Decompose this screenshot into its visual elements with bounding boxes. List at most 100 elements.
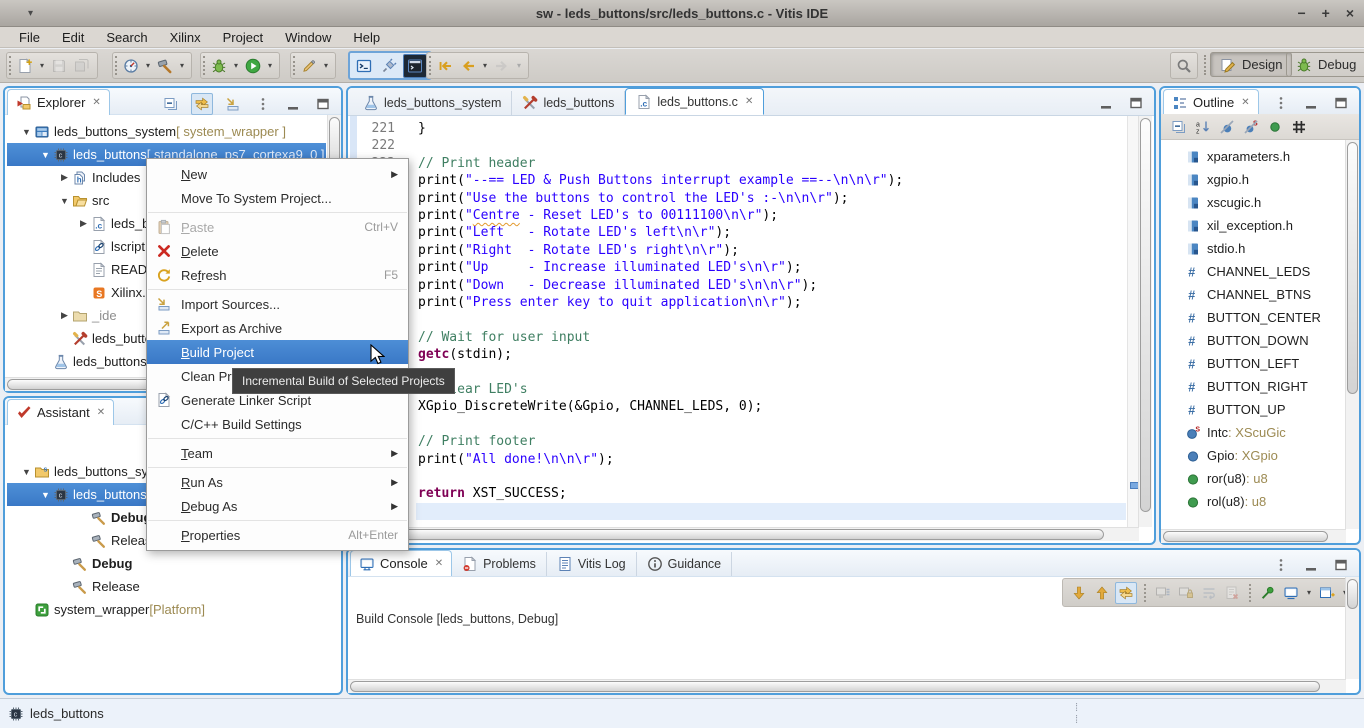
format-pen-button[interactable] — [298, 55, 320, 77]
minimize-panel-button[interactable] — [283, 94, 303, 114]
menu-item-run-as[interactable]: Run As▶ — [147, 470, 408, 494]
outline-vscrollbar[interactable] — [1345, 140, 1359, 529]
window-menu-caret[interactable]: ▾ — [28, 8, 33, 19]
dropdown-arrow-icon[interactable]: ▾ — [37, 61, 47, 70]
outline-item-xgpio-h[interactable]: xgpio.h — [1161, 168, 1346, 191]
outline-item-ror-u8-[interactable]: ror(u8) : u8 — [1161, 467, 1346, 490]
outline-hscrollbar[interactable] — [1161, 529, 1346, 543]
console-tab-console[interactable]: Console✕ — [350, 550, 452, 576]
dropdown-arrow-icon[interactable]: ▾ — [321, 61, 331, 70]
outline-item-xparameters-h[interactable]: xparameters.h — [1161, 145, 1346, 168]
menu-item-export-as-archive[interactable]: Export as Archive — [147, 316, 408, 340]
outline-item-intc[interactable]: SIntc : XScuGic — [1161, 421, 1346, 444]
expanded-arrow-icon[interactable]: ▼ — [19, 127, 34, 137]
window-close-button[interactable]: × — [1346, 5, 1354, 21]
editor-tab-leds-buttons-c[interactable]: .cleds_buttons.c✕ — [625, 88, 764, 115]
menu-item-delete[interactable]: Delete — [147, 239, 408, 263]
menu-xilinx[interactable]: Xilinx — [159, 30, 212, 45]
close-tab-icon[interactable]: ✕ — [435, 558, 443, 569]
outline-item-gpio[interactable]: Gpio : XGpio — [1161, 444, 1346, 467]
maximize-editor-button[interactable] — [1126, 93, 1146, 113]
menu-item-move-to-system-project-[interactable]: Move To System Project... — [147, 186, 408, 210]
menu-item-refresh[interactable]: RefreshF5 — [147, 263, 408, 287]
editor-vscrollbar[interactable] — [1138, 116, 1152, 527]
menu-item-team[interactable]: Team▶ — [147, 441, 408, 465]
dropdown-arrow-icon[interactable]: ▾ — [480, 61, 490, 70]
dropdown-arrow-icon[interactable]: ▾ — [231, 61, 241, 70]
run-button[interactable] — [242, 55, 264, 77]
menu-item-new[interactable]: New▶ — [147, 162, 408, 186]
statusbar-drag-handle[interactable]: ⁞⁞ — [1075, 702, 1078, 726]
menu-item-properties[interactable]: PropertiesAlt+Enter — [147, 523, 408, 547]
close-tab-icon[interactable]: ✕ — [97, 407, 105, 418]
command-prompt-button[interactable] — [353, 55, 375, 77]
tab-explorer[interactable]: Explorer ✕ — [7, 89, 110, 115]
outline-item-stdio-h[interactable]: stdio.h — [1161, 237, 1346, 260]
outline-item-channel-leds[interactable]: #CHANNEL_LEDS — [1161, 260, 1346, 283]
toolbar-group-handle[interactable] — [115, 56, 117, 75]
tab-assistant[interactable]: Assistant ✕ — [7, 399, 114, 425]
new-file-button[interactable]: + — [14, 55, 36, 77]
back-edit-button[interactable] — [434, 55, 456, 77]
dropdown-arrow-icon[interactable]: ▾ — [265, 61, 275, 70]
outline-item-xscugic-h[interactable]: xscugic.h — [1161, 191, 1346, 214]
toolbar-group-handle[interactable] — [293, 56, 295, 75]
pin-console-button[interactable] — [1258, 583, 1278, 603]
console-vscrollbar[interactable] — [1345, 577, 1359, 679]
expanded-arrow-icon[interactable]: ▼ — [57, 196, 72, 206]
toolbar-group-handle[interactable] — [9, 56, 11, 75]
scroll-down-button[interactable] — [1069, 583, 1089, 603]
launch-target-button[interactable] — [120, 55, 142, 77]
editor-hscrollbar[interactable] — [350, 527, 1139, 541]
perspective-design[interactable]: Design — [1210, 52, 1292, 77]
sort-button[interactable]: az — [1193, 117, 1213, 137]
menu-search[interactable]: Search — [95, 30, 158, 45]
back-button[interactable] — [457, 55, 479, 77]
expanded-arrow-icon[interactable]: ▼ — [19, 467, 34, 477]
display-console-button[interactable] — [1281, 583, 1301, 603]
menu-file[interactable]: File — [8, 30, 51, 45]
maximize-panel-button[interactable] — [1331, 555, 1351, 575]
outline-item-button-left[interactable]: #BUTTON_LEFT — [1161, 352, 1346, 375]
menu-window[interactable]: Window — [274, 30, 342, 45]
outline-item-xil-exception-h[interactable]: xil_exception.h — [1161, 214, 1346, 237]
dropdown-arrow-icon[interactable]: ▾ — [177, 61, 187, 70]
minimize-panel-button[interactable] — [1301, 555, 1321, 575]
toolbar-group-handle[interactable] — [203, 56, 205, 75]
debug-bug-button[interactable] — [208, 55, 230, 77]
view-menu-button[interactable] — [253, 94, 273, 114]
console-tab-problems[interactable]: Problems — [452, 552, 547, 576]
menu-item-c-c-build-settings[interactable]: C/C++ Build Settings — [147, 412, 408, 436]
editor-tab-leds-buttons-system[interactable]: leds_buttons_system — [353, 91, 512, 115]
tree-item-leds-buttons-system[interactable]: ▼leds_buttons_system [ system_wrapper ] — [7, 120, 326, 143]
close-tab-icon[interactable]: ✕ — [1241, 97, 1249, 108]
hide-fields-button[interactable] — [1217, 117, 1237, 137]
menu-help[interactable]: Help — [342, 30, 391, 45]
menu-item-debug-as[interactable]: Debug As▶ — [147, 494, 408, 518]
tree-item-release[interactable]: Release — [7, 575, 337, 598]
dropdown-arrow-icon[interactable]: ▾ — [143, 61, 153, 70]
console-hscrollbar[interactable] — [348, 679, 1346, 693]
import-button[interactable] — [223, 94, 243, 114]
hide-static-button[interactable]: S — [1241, 117, 1261, 137]
collapsed-arrow-icon[interactable]: ▶ — [57, 310, 72, 321]
tree-item-debug[interactable]: Debug — [7, 552, 337, 575]
minimize-editor-button[interactable] — [1096, 93, 1116, 113]
close-tab-icon[interactable]: ✕ — [745, 96, 753, 107]
perspective-debug[interactable]: Debug — [1286, 52, 1364, 77]
toolbar-group-handle[interactable] — [429, 56, 431, 75]
outline-item-button-down[interactable]: #BUTTON_DOWN — [1161, 329, 1346, 352]
hide-nonpublic-button[interactable] — [1265, 117, 1285, 137]
follow-output-button[interactable] — [1115, 582, 1137, 604]
outline-item-button-up[interactable]: #BUTTON_UP — [1161, 398, 1346, 421]
outline-item-button-right[interactable]: #BUTTON_RIGHT — [1161, 375, 1346, 398]
tab-outline[interactable]: Outline ✕ — [1163, 89, 1259, 115]
open-console-button[interactable] — [1317, 583, 1337, 603]
outline-item-channel-btns[interactable]: #CHANNEL_BTNS — [1161, 283, 1346, 306]
maximize-panel-button[interactable] — [313, 94, 333, 114]
connect-button[interactable] — [378, 55, 400, 77]
window-minimize-button[interactable]: − — [1297, 5, 1305, 21]
expanded-arrow-icon[interactable]: ▼ — [38, 490, 53, 500]
collapse-all-button[interactable] — [161, 94, 181, 114]
dark-console-button[interactable] — [403, 54, 427, 78]
